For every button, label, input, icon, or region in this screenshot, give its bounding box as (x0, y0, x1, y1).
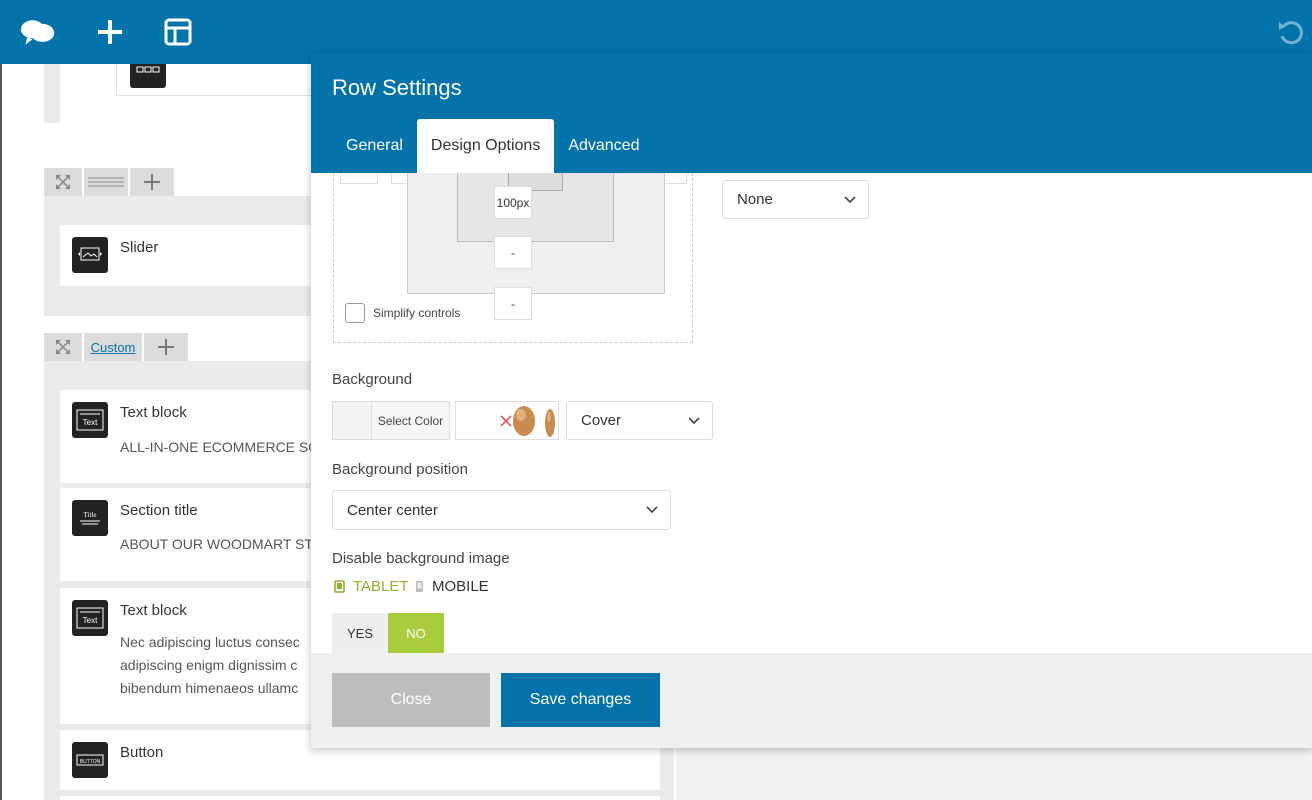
chevron-down-icon (844, 195, 856, 203)
disable-bg-toggle: YES NO (332, 613, 444, 653)
panel-header: Row Settings General Design Options Adva… (311, 53, 1312, 173)
panel-title: Row Settings (332, 75, 462, 100)
mobile-icon (416, 581, 423, 592)
simplify-controls[interactable]: Simplify controls (345, 303, 460, 323)
undo-icon[interactable] (1272, 14, 1308, 50)
move-icon[interactable] (44, 168, 82, 196)
columns-icon[interactable] (84, 168, 128, 196)
element-title: Text block (120, 602, 187, 619)
background-position-value: Center center (347, 501, 438, 519)
disable-bg-label: Disable background image (332, 550, 510, 567)
margin-bottom-input[interactable]: - (494, 287, 532, 320)
custom-column-link[interactable]: Custom (84, 333, 142, 361)
tab-general[interactable]: General (332, 119, 417, 173)
element-title: Text block (120, 404, 187, 421)
tablet-label: TABLET (353, 578, 409, 595)
add-column-icon[interactable] (130, 168, 174, 196)
plus-icon[interactable] (92, 14, 128, 50)
text-block-icon: Text (72, 600, 108, 636)
section-title-icon: Title (72, 500, 108, 536)
layout-icon[interactable] (160, 14, 196, 50)
element-title: Slider (120, 239, 159, 256)
panel-footer: Close Save changes (311, 653, 1312, 748)
background-size-select[interactable]: Cover (566, 401, 713, 440)
background-image-picker[interactable] (455, 401, 559, 440)
border-style-select[interactable]: None (722, 180, 869, 219)
element-title: Button (120, 744, 164, 761)
element-title: Section title (120, 502, 198, 519)
padding-bottom-input[interactable]: 100px (494, 186, 532, 219)
chevron-down-icon (688, 416, 700, 424)
mobile-label: MOBILE (432, 578, 489, 595)
row-controls (44, 168, 174, 196)
panel-body: 100px - - Simplify controls None Backgro… (311, 173, 1312, 653)
select-color-label: Select Color (372, 402, 449, 439)
simplify-checkbox[interactable] (345, 303, 365, 323)
element-card (60, 796, 660, 800)
svg-text:Text: Text (83, 616, 98, 625)
color-swatch (333, 402, 372, 439)
color-picker[interactable]: Select Color (332, 401, 450, 440)
border-style-value: None (737, 191, 773, 208)
border-bottom-input[interactable]: - (494, 236, 532, 269)
yes-option[interactable]: YES (332, 613, 388, 653)
text-block-icon: Text (72, 402, 108, 438)
row-controls: Custom (44, 333, 188, 361)
background-position-label: Background position (332, 461, 468, 478)
background-thumbnail-icon (513, 406, 555, 437)
svg-text:Title: Title (84, 511, 97, 519)
background-size-value: Cover (581, 412, 622, 429)
background-label: Background (332, 371, 413, 388)
close-button[interactable]: Close (332, 673, 490, 727)
device-tab-mobile[interactable]: MOBILE (415, 578, 489, 595)
svg-text:BUTTON: BUTTON (80, 759, 101, 765)
svg-text:Text: Text (83, 418, 98, 427)
element-preview: ALL-IN-ONE ECOMMERCE SO (120, 439, 320, 455)
element-preview-line: adipiscing enigm dignissim c (120, 657, 298, 673)
button-element-icon: BUTTON (72, 742, 108, 778)
slider-icon (72, 237, 108, 273)
css-box-editor: 100px - - Simplify controls (333, 173, 693, 343)
no-option[interactable]: NO (388, 613, 444, 653)
logo-icon[interactable] (20, 14, 56, 50)
tab-design-options[interactable]: Design Options (416, 119, 555, 173)
simplify-label: Simplify controls (373, 306, 461, 320)
device-tab-tablet[interactable]: TABLET (334, 578, 409, 595)
save-changes-button[interactable]: Save changes (501, 673, 660, 727)
background-position-select[interactable]: Center center (332, 490, 671, 530)
margin-left-input[interactable] (340, 173, 378, 184)
element-preview: ABOUT OUR WOODMART ST (120, 536, 313, 552)
element-preview-line: Nec adipiscing luctus consec (120, 634, 300, 650)
chevron-down-icon (646, 506, 658, 514)
add-column-icon[interactable] (144, 333, 188, 361)
settings-tabs: General Design Options Advanced (332, 119, 653, 173)
tab-advanced[interactable]: Advanced (554, 119, 653, 173)
element-preview-line: bibendum himenaeos ullamc (120, 680, 299, 696)
grid-element-icon (130, 64, 166, 88)
tablet-icon (334, 580, 345, 593)
move-icon[interactable] (44, 333, 82, 361)
row-settings-panel: Row Settings General Design Options Adva… (311, 53, 1312, 748)
